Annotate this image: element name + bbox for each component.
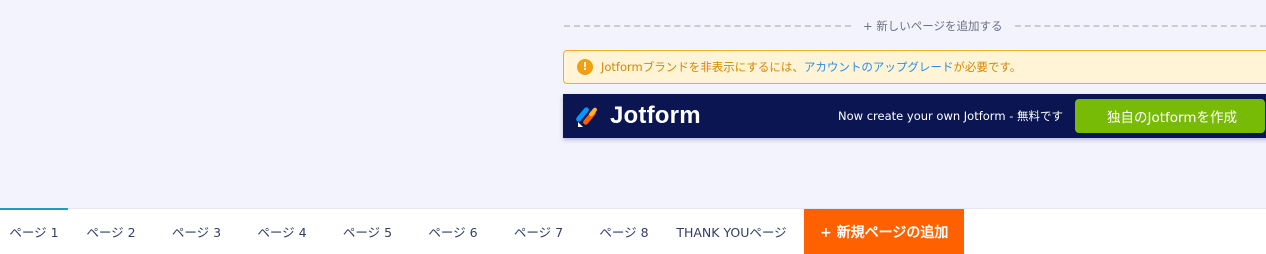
- tab-page-5[interactable]: ページ 5: [325, 209, 410, 254]
- page-tabs-bar: ページ 1 ページ 2 ページ 3 ページ 4 ページ 5 ページ 6 ページ …: [0, 208, 1266, 254]
- tab-page-6[interactable]: ページ 6: [410, 209, 496, 254]
- tab-page-8[interactable]: ページ 8: [581, 209, 667, 254]
- warning-text-before: Jotformブランドを非表示にするには、: [601, 60, 804, 74]
- jotform-branding-bar: Jotform Now create your own Jotform - 無料…: [563, 94, 1266, 138]
- tab-page-2[interactable]: ページ 2: [68, 209, 154, 254]
- tab-page-1[interactable]: ページ 1: [0, 208, 68, 254]
- warning-text-after: が必要です。: [953, 60, 1022, 74]
- add-new-page-button[interactable]: + 新規ページの追加: [804, 209, 965, 254]
- tab-thank-you-page[interactable]: THANK YOUページ: [667, 209, 796, 254]
- branding-warning-banner: ! Jotformブランドを非表示にするには、 アカウントのアップグレード が必要で…: [563, 50, 1266, 84]
- divider-line-right: [1014, 25, 1266, 27]
- add-new-page-link[interactable]: + 新しいページを追加する: [851, 18, 1015, 34]
- create-own-jotform-button[interactable]: 独自のJotformを作成: [1075, 99, 1265, 133]
- tab-page-7[interactable]: ページ 7: [496, 209, 581, 254]
- jotform-logo[interactable]: Jotform: [576, 102, 701, 130]
- jotform-logo-text: Jotform: [610, 102, 701, 129]
- divider-line-left: [564, 25, 851, 27]
- tab-page-3[interactable]: ページ 3: [154, 209, 239, 254]
- jotform-logo-icon: [576, 107, 597, 127]
- upgrade-account-link[interactable]: アカウントのアップグレード: [804, 59, 954, 75]
- exclamation-icon: !: [577, 59, 593, 75]
- add-new-page-divider: + 新しいページを追加する: [564, 17, 1266, 35]
- create-your-own-message: Now create your own Jotform - 無料です: [838, 109, 1063, 123]
- tab-page-4[interactable]: ページ 4: [239, 209, 325, 254]
